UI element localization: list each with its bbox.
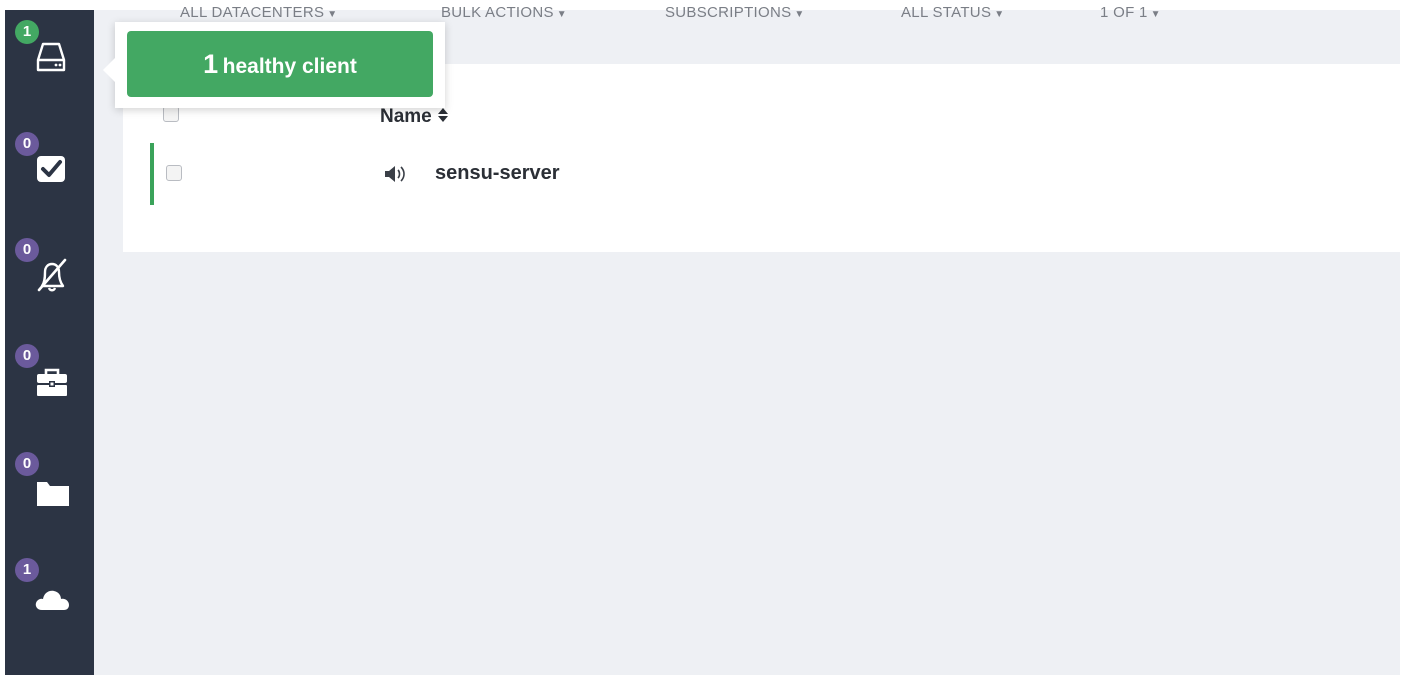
speaker-icon <box>383 163 411 190</box>
sidebar-item-stashes[interactable]: 0 <box>5 344 94 404</box>
healthy-client-count: 1 <box>203 49 219 79</box>
healthy-client-text: healthy client <box>222 55 357 78</box>
bell-slash-icon <box>33 256 73 296</box>
sidebar-item-silenced[interactable]: 0 <box>5 238 94 298</box>
status-filter-dropdown[interactable]: ALL STATUS ▼ <box>901 4 1004 21</box>
select-all-checkbox[interactable] <box>163 106 179 122</box>
bulk-actions-label: BULK ACTIONS <box>441 4 554 21</box>
bulk-actions-dropdown[interactable]: BULK ACTIONS ▼ <box>441 4 567 21</box>
name-column-header[interactable]: Name <box>380 106 449 128</box>
name-column-label: Name <box>380 106 432 127</box>
caret-down-icon: ▼ <box>994 9 1005 20</box>
tooltip-arrow <box>103 58 115 82</box>
pagination-label: 1 OF 1 <box>1100 4 1148 21</box>
table-row[interactable]: sensu-server <box>150 143 1400 205</box>
sidebar-item-checks[interactable]: 0 <box>5 132 94 192</box>
sort-icon <box>437 106 449 127</box>
subscriptions-filter-dropdown[interactable]: SUBSCRIPTIONS ▼ <box>665 4 805 21</box>
subscriptions-filter-label: SUBSCRIPTIONS <box>665 4 792 21</box>
server-drive-icon <box>33 38 73 78</box>
checkbox-checked-icon <box>33 150 73 190</box>
datacenter-filter-dropdown[interactable]: ALL DATACENTERS ▼ <box>180 4 337 21</box>
caret-down-icon: ▼ <box>327 9 338 20</box>
caret-down-icon: ▼ <box>1150 9 1161 20</box>
caret-down-icon: ▼ <box>794 9 805 20</box>
healthy-status-indicator <box>150 143 154 205</box>
sidebar: 1 0 0 0 0 1 <box>5 10 94 675</box>
cloud-icon <box>33 576 73 616</box>
datacenter-filter-label: ALL DATACENTERS <box>180 4 325 21</box>
caret-down-icon: ▼ <box>556 9 567 20</box>
client-name-link[interactable]: sensu-server <box>435 162 560 185</box>
clients-tooltip: 1 healthy client <box>103 22 445 108</box>
sidebar-item-aggregates[interactable]: 0 <box>5 452 94 512</box>
sidebar-item-clients[interactable]: 1 <box>5 20 94 80</box>
main-content: ALL DATACENTERS ▼ BULK ACTIONS ▼ SUBSCRIPT… <box>94 4 1400 675</box>
briefcase-icon <box>33 362 73 402</box>
folder-icon <box>33 470 73 510</box>
healthy-clients-summary: 1 healthy client <box>127 31 433 97</box>
row-checkbox[interactable] <box>166 165 182 181</box>
sidebar-item-datacenters[interactable]: 1 <box>5 558 94 618</box>
status-filter-label: ALL STATUS <box>901 4 992 21</box>
pagination-dropdown[interactable]: 1 OF 1 ▼ <box>1100 4 1161 21</box>
